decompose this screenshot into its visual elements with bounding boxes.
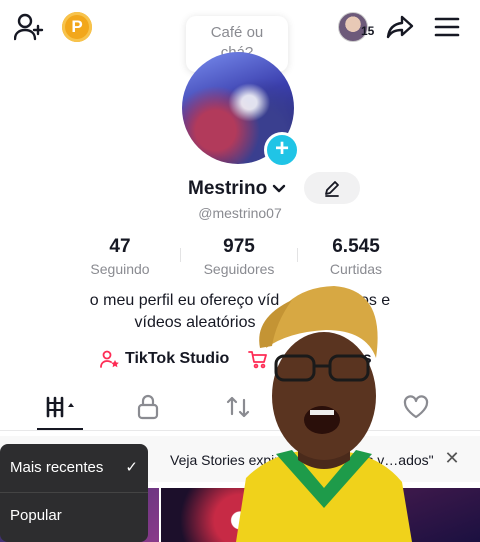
- lock-icon: [137, 394, 159, 420]
- display-name: Mestrino: [188, 178, 268, 199]
- visitor-count: 15: [361, 24, 375, 38]
- creator-overlay-image: [236, 286, 412, 542]
- coin-icon[interactable]: P: [62, 12, 92, 42]
- edit-profile-button[interactable]: [304, 172, 360, 204]
- username-handle: @mestrino07: [198, 205, 282, 221]
- sort-option-recent[interactable]: Mais recentes ✓: [10, 456, 138, 480]
- sort-option-recent-label: Mais recentes: [10, 459, 104, 476]
- chevron-down-icon: [272, 184, 286, 193]
- add-friend-icon[interactable]: [12, 10, 46, 44]
- stat-followers[interactable]: 975 Seguidores: [179, 236, 299, 277]
- tab-videos[interactable]: [40, 390, 80, 424]
- sort-dropdown: Mais recentes ✓ Popular: [0, 444, 148, 542]
- account-switcher[interactable]: Mestrino: [188, 175, 287, 203]
- following-label: Seguindo: [90, 261, 150, 277]
- stat-following[interactable]: 47 Seguindo: [60, 236, 180, 277]
- studio-person-icon: [100, 350, 119, 368]
- check-icon: ✓: [125, 459, 138, 476]
- likes-count: 6.545: [332, 236, 380, 257]
- following-count: 47: [109, 236, 131, 257]
- likes-label: Curtidas: [329, 261, 383, 277]
- tiktok-studio-link[interactable]: TikTok Studio: [100, 348, 229, 370]
- sort-divider: [0, 492, 148, 493]
- sort-option-popular-label: Popular: [10, 507, 62, 524]
- pencil-icon: [325, 181, 339, 197]
- tab-private[interactable]: [128, 390, 168, 424]
- coin-letter: P: [71, 17, 83, 36]
- share-icon[interactable]: [384, 12, 416, 42]
- stat-likes[interactable]: 6.545 Curtidas: [296, 236, 416, 277]
- grid-sort-icon: [46, 396, 74, 418]
- sort-option-popular[interactable]: Popular: [10, 504, 62, 528]
- followers-count: 975: [223, 236, 255, 257]
- tiktok-studio-label: TikTok Studio: [125, 350, 230, 367]
- close-icon[interactable]: ✕: [444, 449, 460, 467]
- menu-icon[interactable]: [432, 12, 462, 42]
- add-story-icon[interactable]: +: [264, 132, 300, 168]
- followers-label: Seguidores: [203, 261, 275, 277]
- profile-visitors[interactable]: 15: [338, 12, 380, 42]
